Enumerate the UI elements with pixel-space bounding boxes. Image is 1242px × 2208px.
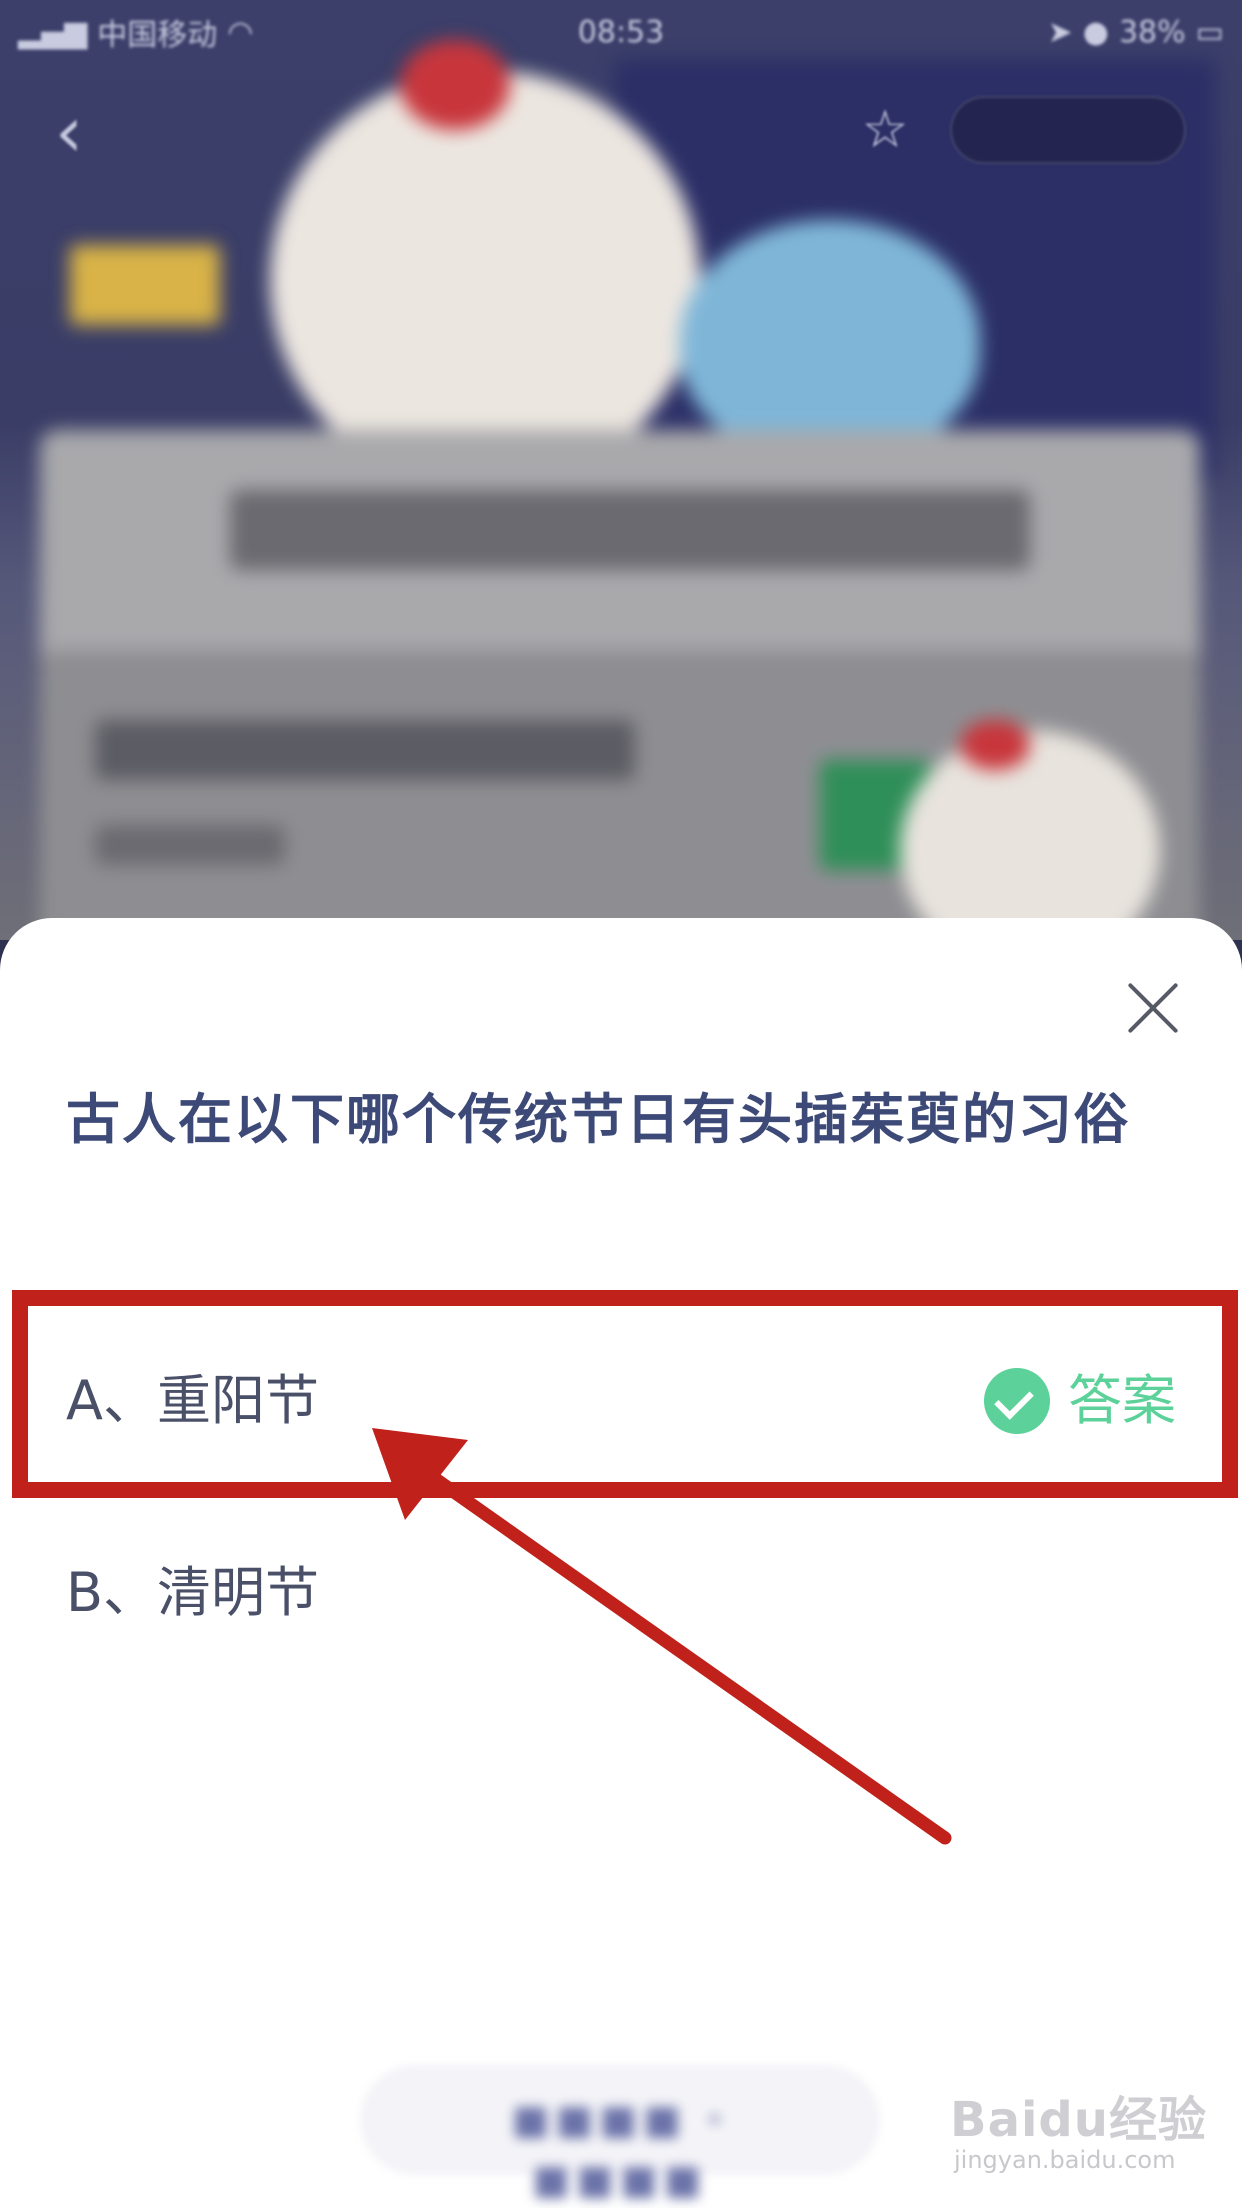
watermark-logo: Baidu经验 <box>950 2092 1207 2148</box>
battery-icon: ▭ <box>1195 14 1224 50</box>
watermark-url: jingyan.baidu.com <box>954 2146 1176 2174</box>
alarm-icon: ● <box>1082 14 1109 50</box>
status-bar: ▂▄▆ 中国移动 ◠ 08:53 ➤ ● 38% ▭ <box>0 0 1242 64</box>
footer-text: ■■■■ · ■■■■ <box>511 2097 729 2203</box>
carrier-name: 中国移动 <box>97 18 218 53</box>
wifi-icon: ◠ <box>227 14 254 50</box>
miniapp-capsule: ••• <box>950 96 1186 164</box>
battery-percent: 38% <box>1118 14 1186 50</box>
option-b[interactable]: B、清明节 <box>0 1528 1242 1658</box>
question-title: 古人在以下哪个传统节日有头插茱萸的习俗 <box>66 1088 1130 1151</box>
close-icon[interactable] <box>1123 978 1183 1038</box>
option-b-label: B、清明节 <box>66 1561 320 1624</box>
baidu-watermark: Baidu经验 jingyan.baidu.com <box>950 2080 1210 2190</box>
question-sheet: 古人在以下哪个传统节日有头插茱萸的习俗 A、重阳节 答案 B、清明节 <box>0 918 1242 2208</box>
option-a[interactable]: A、重阳节 答案 <box>0 1336 1242 1466</box>
status-time: 08:53 <box>577 14 665 50</box>
answer-label: 答案 <box>1068 1369 1176 1432</box>
option-a-label: A、重阳节 <box>66 1369 319 1432</box>
back-icon[interactable]: ‹ <box>55 92 115 172</box>
star-icon[interactable]: ☆ <box>855 100 915 160</box>
check-circle-icon <box>984 1368 1050 1434</box>
location-icon: ➤ <box>1047 14 1073 50</box>
page: ▂▄▆ 中国移动 ◠ 08:53 ➤ ● 38% ▭ ‹ ☆ ••• 古人在以下… <box>0 0 1242 2208</box>
answer-tag: 答案 <box>984 1368 1176 1434</box>
signal-icon: ▂▄▆ <box>18 14 88 50</box>
nav-bar: ‹ ☆ ••• <box>0 80 1242 180</box>
